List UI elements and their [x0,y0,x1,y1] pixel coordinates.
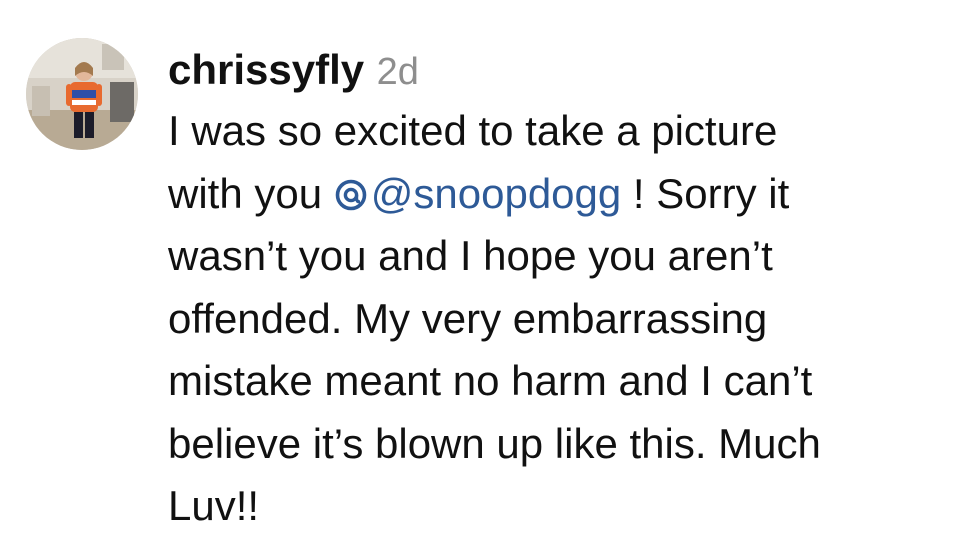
comment-header: chrissyfly 2d [168,44,419,106]
comment-line: wasn’t you and I hope you aren’t [168,232,773,279]
comment-text-segment: ! Sorry it [621,169,790,217]
comment-line: with you @snoopdogg ! Sorry it [168,163,968,226]
avatar-photo [26,38,138,150]
comment-text-segment: with you [168,169,334,217]
comment-line: mistake meant no harm and I can’t [168,357,813,404]
comment-text: I was so excited to take a picture with … [168,100,968,538]
comment-line: believe it’s blown up like this. Much [168,419,821,467]
threads-icon [335,179,367,210]
comment-line: I was so excited to take a picture [168,107,778,154]
comment-line: Luv!! [168,482,260,529]
username-link[interactable]: chrissyfly [168,46,364,93]
comment: chrissyfly 2d I was so excited to take a… [0,0,980,560]
comment-line: offended. My very embarrassing [168,294,768,342]
avatar[interactable] [26,38,138,150]
mention-handle: @snoopdogg [370,169,622,217]
mention-link[interactable]: @snoopdogg [334,169,622,217]
timestamp[interactable]: 2d [377,51,419,93]
